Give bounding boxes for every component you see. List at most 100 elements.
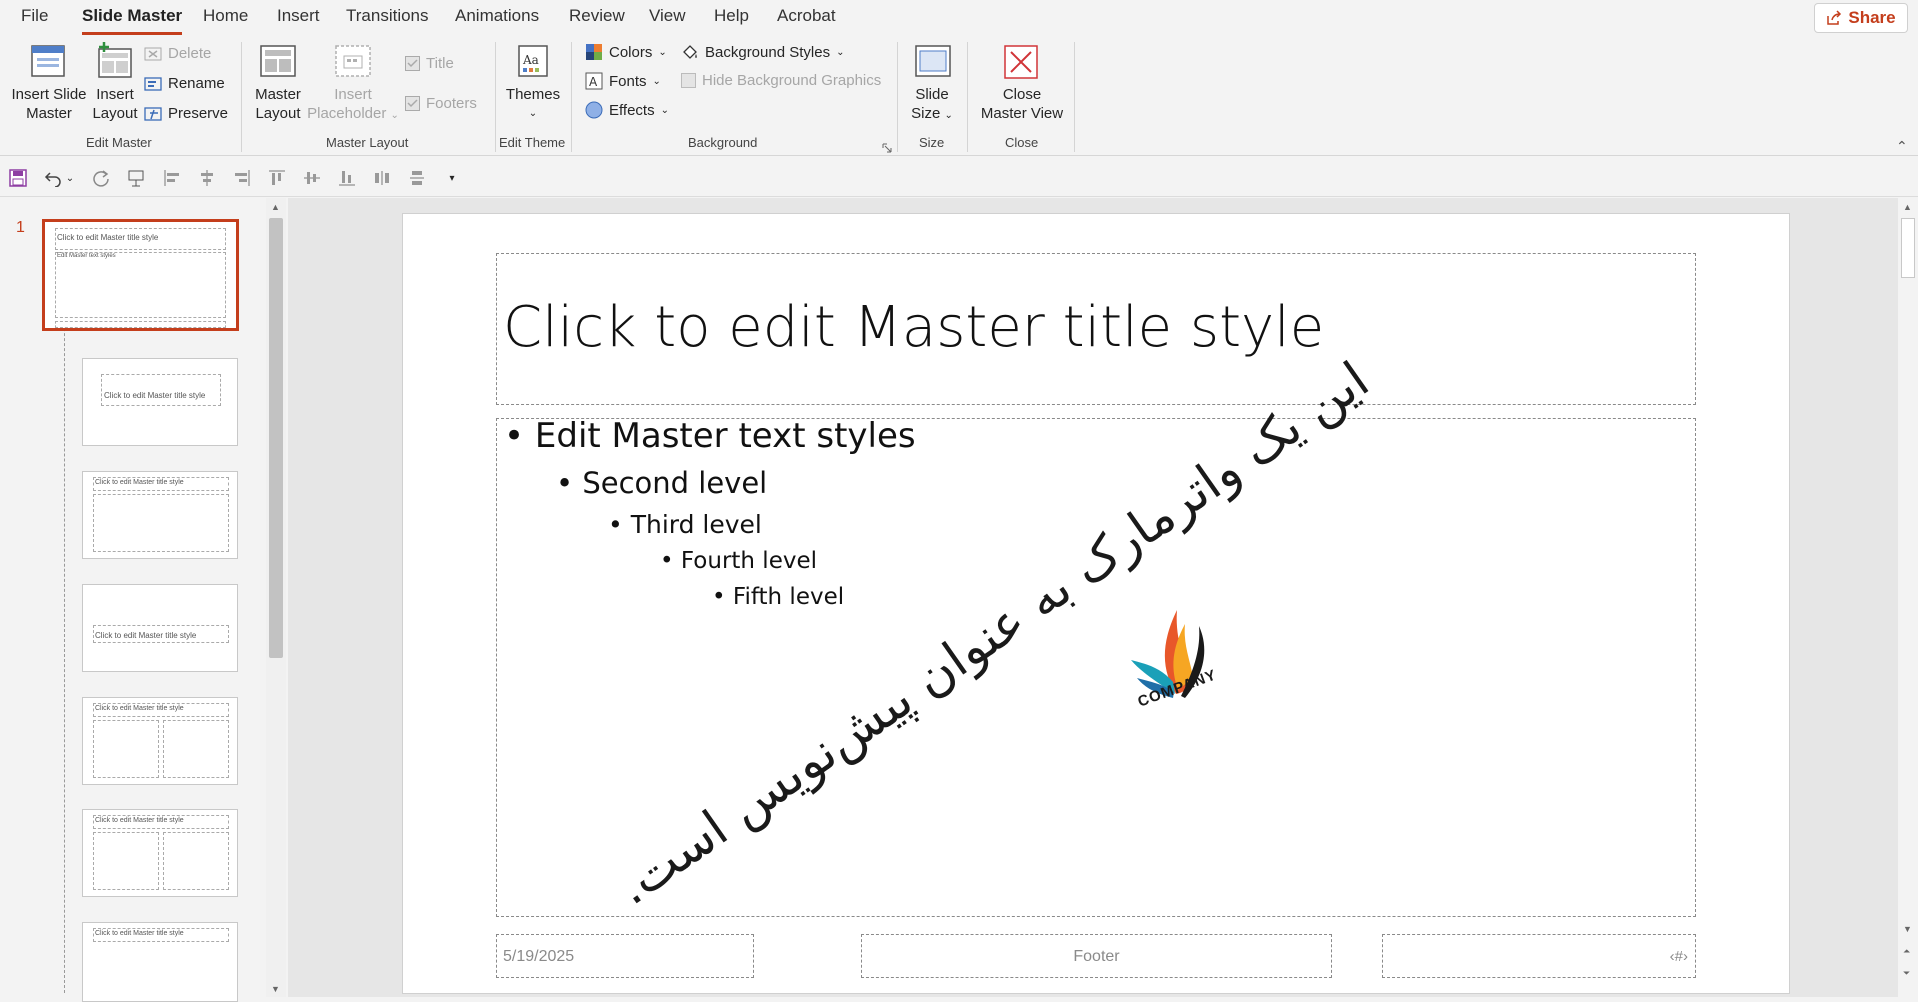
thumbnail-layout-title[interactable]: Click to edit Master title style (82, 358, 238, 446)
tab-insert[interactable]: Insert (277, 6, 320, 26)
align-right-icon[interactable] (231, 167, 253, 189)
tab-slide-master[interactable]: Slide Master (82, 6, 183, 35)
align-bottom-icon[interactable] (336, 167, 358, 189)
themes-icon: Aa (517, 44, 549, 81)
insert-placeholder-icon (334, 44, 372, 81)
colors-dropdown[interactable]: Colors ⌄ (585, 43, 667, 61)
edit-master-group-label: Edit Master (86, 135, 152, 150)
master-layout-button[interactable]: Master Layout (252, 85, 304, 123)
thumbnail-layout-title-only[interactable]: Click to edit Master title style (82, 922, 238, 1002)
slide-canvas[interactable]: Click to edit Master title style • Edit … (402, 213, 1790, 994)
chevron-down-icon: ⌄ (944, 110, 953, 121)
thumbnail-layout-title-content[interactable]: Click to edit Master title style (82, 471, 238, 559)
master-layout-group-label: Master Layout (326, 135, 409, 150)
align-left-icon[interactable] (161, 167, 183, 189)
scroll-down-icon[interactable]: ▼ (1903, 924, 1912, 934)
effects-label: Effects (609, 101, 655, 119)
insert-placeholder-button[interactable]: Insert Placeholder ⌄ (305, 85, 401, 125)
tab-help[interactable]: Help (714, 6, 749, 26)
quick-access-toolbar: ⌄ ▾ (0, 157, 1918, 197)
insert-layout-icon (96, 41, 136, 82)
align-middle-icon[interactable] (301, 167, 323, 189)
bullet-level-3: • Third level (608, 510, 762, 539)
align-top-icon[interactable] (266, 167, 288, 189)
master-layout-label-2: Layout (255, 105, 301, 122)
fonts-dropdown[interactable]: A Fonts ⌄ (585, 72, 661, 90)
scroll-down-icon[interactable]: ▼ (271, 984, 280, 994)
dialog-launcher-icon[interactable] (882, 140, 892, 156)
tab-acrobat[interactable]: Acrobat (777, 6, 836, 26)
preserve-icon (144, 106, 162, 121)
slide-size-icon (914, 44, 952, 81)
scrollbar-thumb[interactable] (1901, 218, 1915, 278)
master-layout-icon (259, 44, 297, 81)
themes-button[interactable]: Themes ⌄ (504, 85, 562, 123)
footers-checkbox[interactable]: Footers (405, 95, 477, 112)
align-center-icon[interactable] (196, 167, 218, 189)
bullet-level-4: • Fourth level (660, 548, 818, 574)
distribute-vertically-icon[interactable] (406, 167, 428, 189)
ribbon-separator (897, 42, 898, 152)
hide-background-graphics-label: Hide Background Graphics (702, 72, 882, 89)
thumb-title-text: Click to edit Master title style (95, 930, 184, 937)
thumbnail-slide-master[interactable]: Click to edit Master title style Edit Ma… (42, 219, 239, 331)
distribute-horizontally-icon[interactable] (371, 167, 393, 189)
tab-view[interactable]: View (649, 6, 686, 26)
delete-button[interactable]: Delete (144, 45, 211, 62)
master-title-text: Click to edit Master title style (503, 295, 1325, 360)
title-checkbox[interactable]: Title (405, 55, 454, 72)
close-master-view-button[interactable]: Close Master View (977, 85, 1067, 123)
next-slide-icon[interactable]: ⏷ (1903, 968, 1910, 979)
scroll-up-icon[interactable]: ▲ (1903, 202, 1912, 212)
scrollbar-thumb[interactable] (269, 218, 283, 658)
background-styles-dropdown[interactable]: Background Styles ⌄ (681, 43, 844, 61)
collapse-ribbon-icon[interactable]: ⌃ (1896, 138, 1908, 155)
footer-text: Footer (1073, 948, 1120, 965)
tab-animations[interactable]: Animations (455, 6, 539, 26)
delete-label: Delete (168, 45, 212, 62)
insert-placeholder-label-1: Insert (334, 86, 372, 103)
save-icon[interactable] (7, 167, 29, 189)
hide-background-graphics-checkbox[interactable]: Hide Background Graphics (681, 72, 881, 89)
rename-button[interactable]: Rename (144, 75, 225, 92)
previous-slide-icon[interactable]: ⏶ (1903, 946, 1910, 957)
ribbon-separator (967, 42, 968, 152)
tab-file[interactable]: File (21, 6, 48, 26)
insert-slide-master-icon (30, 44, 66, 81)
insert-layout-label-1: Insert (96, 86, 134, 103)
close-master-view-label-2: Master View (980, 105, 1064, 122)
thumbnail-layout-section[interactable]: Click to edit Master title style (82, 584, 238, 672)
redo-icon[interactable] (90, 167, 112, 189)
tab-transitions[interactable]: Transitions (346, 6, 429, 26)
bullet-level-1: • Edit Master text styles (504, 416, 916, 456)
paint-bucket-icon (683, 45, 697, 59)
level-1-text: Edit Master text styles (534, 416, 916, 456)
title-checkbox-label: Title (426, 55, 454, 72)
slide-thumbnail-pane: 1 Click to edit Master title style Edit … (0, 198, 288, 1002)
chevron-down-icon: ⌄ (528, 108, 538, 119)
thumbnail-layout-comparison[interactable]: Click to edit Master title style (82, 809, 238, 897)
slide-editor: Click to edit Master title style • Edit … (288, 198, 1918, 997)
insert-slide-master-button[interactable]: Insert Slide Master (10, 85, 88, 123)
slide-size-button[interactable]: Slide Size ⌄ (906, 85, 958, 125)
thumbnail-number: 1 (16, 219, 25, 236)
present-from-beginning-icon[interactable] (125, 167, 147, 189)
undo-icon[interactable] (42, 167, 64, 189)
preserve-button[interactable]: Preserve (144, 105, 228, 122)
undo-dropdown-icon[interactable]: ⌄ (64, 167, 76, 189)
svg-text:A: A (589, 75, 598, 89)
level-4-text: Fourth level (680, 548, 818, 574)
editor-scrollbar[interactable]: ▲ ▼ ⏶ ⏷ (1899, 198, 1918, 997)
tab-home[interactable]: Home (203, 6, 248, 26)
insert-layout-button[interactable]: Insert Layout (92, 85, 138, 123)
thumbnail-layout-two-content[interactable]: Click to edit Master title style (82, 697, 238, 785)
thumbnail-scrollbar[interactable]: ▲ ▼ (266, 198, 286, 997)
effects-dropdown[interactable]: Effects ⌄ (585, 101, 669, 119)
thumb-title-text: Click to edit Master title style (95, 631, 197, 640)
customize-toolbar-icon[interactable]: ▾ (441, 167, 463, 189)
themes-label: Themes (505, 86, 561, 103)
share-button[interactable]: Share (1814, 3, 1908, 33)
checkbox-checked-icon (405, 56, 420, 71)
scroll-up-icon[interactable]: ▲ (271, 202, 280, 212)
tab-review[interactable]: Review (569, 6, 625, 26)
